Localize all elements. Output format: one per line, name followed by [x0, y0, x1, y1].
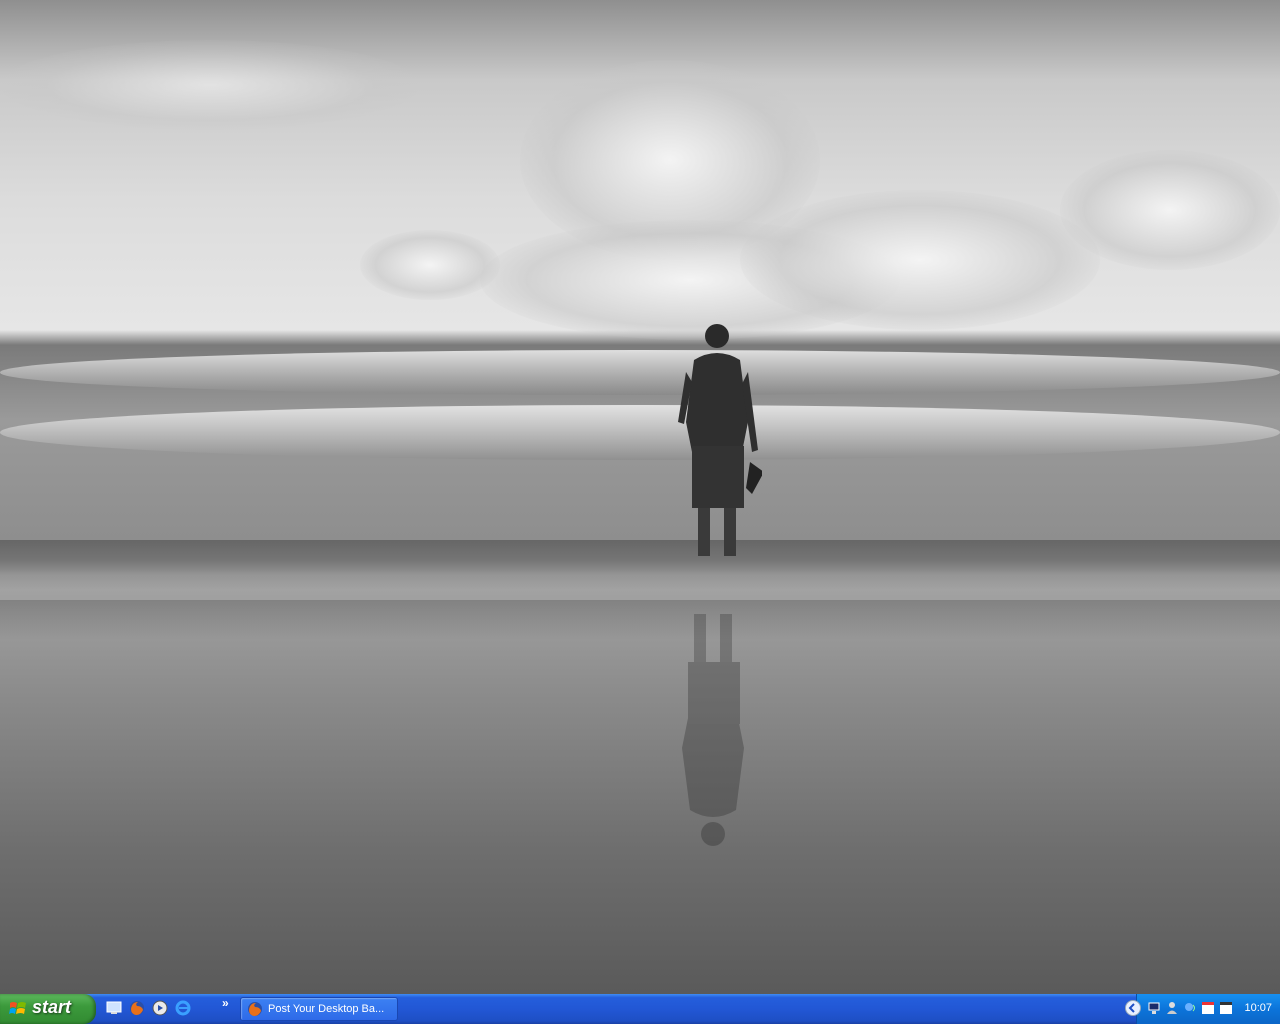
user-icon[interactable]: [1165, 1001, 1179, 1015]
quick-launch-bar: [104, 998, 193, 1020]
shoreline: [0, 600, 1280, 640]
messenger-icon[interactable]: [1183, 1001, 1197, 1015]
desktop-icon[interactable]: [104, 998, 124, 1018]
tray-icons: [1147, 1001, 1233, 1015]
taskbar-button-firefox-window[interactable]: Post Your Desktop Ba...: [240, 997, 398, 1021]
tray-expand-button[interactable]: [1125, 1000, 1141, 1016]
network-icon[interactable]: [1147, 1001, 1161, 1015]
cloud: [740, 190, 1100, 330]
windows-logo-icon: [9, 1002, 26, 1014]
start-button[interactable]: start: [0, 994, 96, 1024]
chevron-left-icon: [1128, 1003, 1135, 1013]
internet-explorer-icon[interactable]: [173, 998, 193, 1018]
shoreline: [0, 540, 1280, 590]
person-silhouette: [678, 324, 762, 556]
firefox-icon: [248, 1002, 262, 1016]
desktop-wallpaper: [0, 0, 1280, 994]
person-reflection: [682, 614, 744, 846]
quick-launch-overflow-button[interactable]: »: [222, 996, 229, 1010]
cloud: [1060, 150, 1280, 270]
taskbar-button-label: Post Your Desktop Ba...: [268, 1003, 385, 1015]
start-label: start: [32, 997, 72, 1017]
firefox-icon[interactable]: [127, 998, 147, 1018]
wave: [0, 350, 1280, 395]
cloud: [0, 40, 420, 130]
cloud: [360, 230, 500, 300]
calendar-icon[interactable]: [1219, 1001, 1233, 1015]
wave: [0, 405, 1280, 460]
clock[interactable]: 10:07: [1244, 1002, 1272, 1014]
media-player-icon[interactable]: [150, 998, 170, 1018]
taskbar: start » Post Your Desktop Ba... 10:07: [0, 994, 1280, 1024]
system-tray: 10:07: [1125, 994, 1280, 1024]
calendar-icon[interactable]: [1201, 1001, 1215, 1015]
